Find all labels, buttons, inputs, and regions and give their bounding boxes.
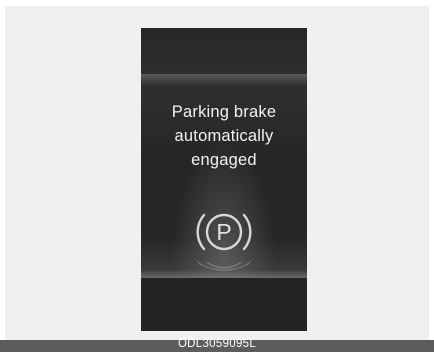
caption-bar: ODL3059095L	[0, 338, 434, 352]
cluster-display: Parking brake automatically engaged P	[141, 28, 307, 331]
figure-code: ODL3059095L	[177, 338, 257, 350]
message-screen: Parking brake automatically engaged P	[141, 74, 307, 278]
message-line-1: Parking brake	[171, 103, 277, 121]
icon-reflection	[196, 260, 252, 271]
message-line-2: automatically	[174, 127, 274, 145]
figure-panel: Parking brake automatically engaged P	[5, 6, 429, 340]
display-top-band	[141, 28, 307, 74]
parking-brake-letter: P	[216, 219, 231, 245]
display-bottom-band	[141, 278, 307, 331]
parking-brake-icon: P	[196, 213, 252, 251]
message-line-3: engaged	[191, 151, 257, 169]
